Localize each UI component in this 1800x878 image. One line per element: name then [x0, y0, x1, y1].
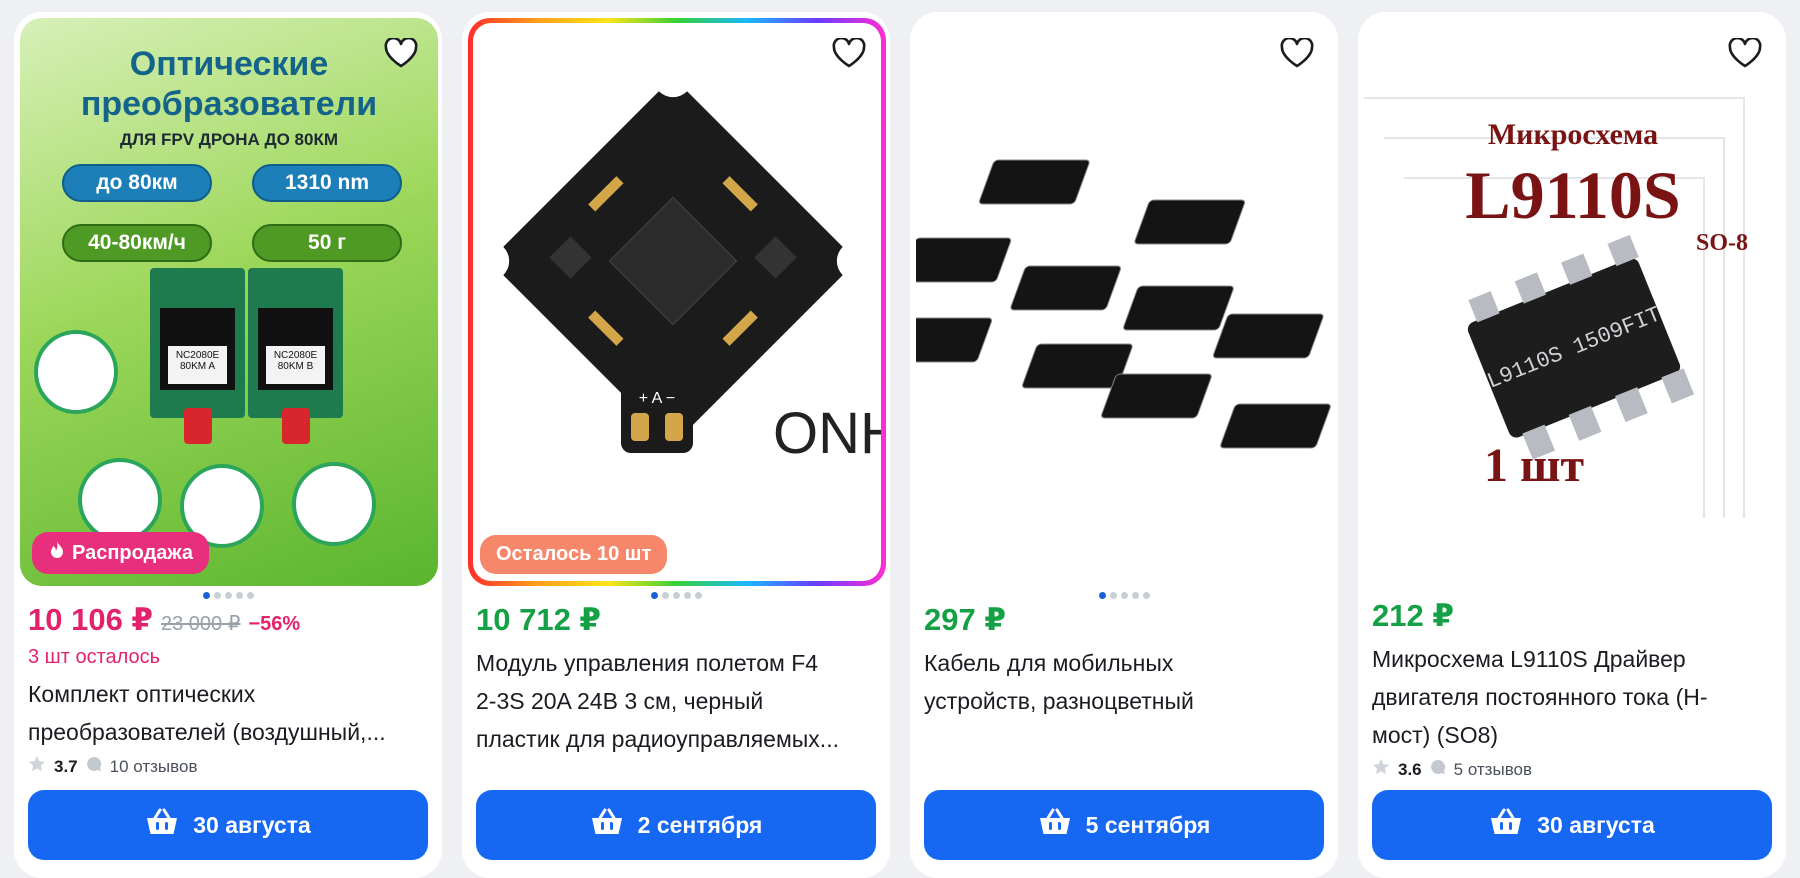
- image-title: Оптические преобразователи: [80, 45, 378, 123]
- favorite-button[interactable]: [1724, 34, 1766, 76]
- image-subtitle: ДЛЯ FPV ДРОНА ДО 80КМ: [120, 130, 338, 149]
- cart-icon: [1489, 807, 1523, 843]
- delivery-date: 2 сентября: [637, 811, 763, 838]
- favorite-button[interactable]: [828, 34, 870, 76]
- product-image[interactable]: Оптические преобразователи ДЛЯ FPV ДРОНА…: [20, 18, 438, 586]
- product-card-3[interactable]: 297 ₽ Кабель для мобильных устройств, ра…: [910, 12, 1338, 878]
- price: 212 ₽: [1372, 598, 1454, 633]
- pager-dot[interactable]: [235, 592, 243, 599]
- flight-controller-photo: + A − ONH9: [469, 57, 886, 466]
- pager-dot[interactable]: [661, 592, 669, 599]
- old-price: 23 000 ₽: [161, 613, 241, 635]
- drone-photo: [34, 330, 118, 414]
- add-to-cart-button[interactable]: 2 сентября: [476, 790, 876, 860]
- product-image[interactable]: L9110S 1509FIT Микросхема L9110S SO-8 1 …: [1364, 18, 1782, 586]
- heart-icon: [1280, 36, 1314, 73]
- heart-icon: [384, 36, 418, 73]
- product-title[interactable]: Микросхема L9110S Драйвер двигателя пост…: [1372, 640, 1772, 754]
- image-pager[interactable]: [14, 592, 442, 599]
- product-title[interactable]: Кабель для мобильных устройств, разноцве…: [924, 644, 1324, 720]
- cable-modules-photo: [916, 159, 1331, 449]
- price: 10 712 ₽: [476, 602, 601, 637]
- pager-dot[interactable]: [683, 592, 691, 599]
- favorite-button[interactable]: [380, 34, 422, 76]
- pager-dot[interactable]: [694, 592, 702, 599]
- pager-dot[interactable]: [1098, 592, 1106, 599]
- image-pager[interactable]: [910, 592, 1338, 599]
- pager-dot[interactable]: [1120, 592, 1128, 599]
- delivery-date: 30 августа: [1537, 811, 1655, 838]
- fire-icon: [48, 540, 66, 566]
- image-chip-name: L9110S: [1465, 157, 1681, 233]
- pager-dot[interactable]: [650, 592, 658, 599]
- cart-icon: [145, 807, 179, 843]
- comment-icon: [1430, 759, 1446, 780]
- star-icon: [28, 755, 46, 778]
- cart-icon: [590, 807, 624, 843]
- star-icon: [1372, 758, 1390, 781]
- price-row: 10 106 ₽ 23 000 ₽ −56%: [28, 602, 428, 638]
- product-card-1[interactable]: Оптические преобразователи ДЛЯ FPV ДРОНА…: [14, 12, 442, 878]
- reviews-count: 5 отзывов: [1453, 759, 1533, 779]
- heart-icon: [832, 36, 866, 73]
- price-row: 212 ₽: [1372, 598, 1772, 634]
- image-qty: 1 шт: [1484, 439, 1585, 492]
- drone-photo: [78, 458, 162, 542]
- watermark: ONH9: [773, 401, 881, 466]
- product-card-4[interactable]: L9110S 1509FIT Микросхема L9110S SO-8 1 …: [1358, 12, 1786, 878]
- pager-dot[interactable]: [246, 592, 254, 599]
- pager-dot[interactable]: [1142, 592, 1150, 599]
- feature-pill: 1310 nm: [252, 164, 402, 202]
- rating-value: 3.7: [54, 756, 78, 776]
- converter-module-b: NC2080E 80KM B: [248, 268, 343, 444]
- price: 10 106 ₽: [28, 602, 153, 637]
- pager-dot[interactable]: [672, 592, 680, 599]
- feature-pill: 50 г: [252, 224, 402, 262]
- product-title[interactable]: Комплект оптических преобразователей (во…: [28, 675, 428, 751]
- pager-dot[interactable]: [224, 592, 232, 599]
- image-package: SO-8: [1695, 230, 1748, 256]
- svg-text:+ A −: + A −: [639, 390, 675, 407]
- add-to-cart-button[interactable]: 30 августа: [1372, 790, 1772, 860]
- feature-pill: 40-80км/ч: [62, 224, 212, 262]
- product-image[interactable]: [916, 18, 1334, 586]
- price-row: 10 712 ₽: [476, 602, 876, 638]
- reviews-count: 10 отзывов: [109, 756, 198, 776]
- price-row: 297 ₽: [924, 602, 1324, 638]
- rating-row[interactable]: 3.6 5 отзывов: [1372, 758, 1772, 781]
- image-title: Микросхема: [1487, 118, 1659, 151]
- drone-photo: [292, 462, 376, 546]
- product-image[interactable]: + A − ONH9 Осталось 10 шт: [468, 18, 886, 586]
- converter-module-a: NC2080E 80KM A: [150, 268, 245, 444]
- add-to-cart-button[interactable]: 5 сентября: [924, 790, 1324, 860]
- pager-dot[interactable]: [213, 592, 221, 599]
- delivery-date: 30 августа: [193, 811, 311, 838]
- pager-dot[interactable]: [1131, 592, 1139, 599]
- discount: −56%: [248, 613, 301, 635]
- image-pager[interactable]: [462, 592, 890, 599]
- product-card-2[interactable]: + A − ONH9 Осталось 10 шт 10 712 ₽ Модул…: [462, 12, 890, 878]
- feature-pill: до 80км: [62, 164, 212, 202]
- delivery-date: 5 сентября: [1085, 811, 1211, 838]
- rating-row[interactable]: 3.7 10 отзывов: [28, 755, 428, 778]
- pager-dot[interactable]: [202, 592, 210, 599]
- price: 297 ₽: [924, 602, 1006, 637]
- stock-left: 3 шт осталось: [28, 646, 161, 668]
- chip-photo: L9110S 1509FIT: [1364, 97, 1745, 518]
- pager-dot[interactable]: [1109, 592, 1117, 599]
- cart-icon: [1038, 807, 1072, 843]
- add-to-cart-button[interactable]: 30 августа: [28, 790, 428, 860]
- product-grid: Оптические преобразователи ДЛЯ FPV ДРОНА…: [0, 0, 1800, 878]
- stock-badge: Осталось 10 шт: [480, 535, 668, 574]
- comment-icon: [86, 756, 102, 777]
- heart-icon: [1728, 36, 1762, 73]
- rating-value: 3.6: [1398, 759, 1422, 779]
- sale-badge: Распродажа: [32, 532, 209, 574]
- favorite-button[interactable]: [1276, 34, 1318, 76]
- product-title[interactable]: Модуль управления полетом F4 2-3S 20A 24…: [476, 644, 876, 758]
